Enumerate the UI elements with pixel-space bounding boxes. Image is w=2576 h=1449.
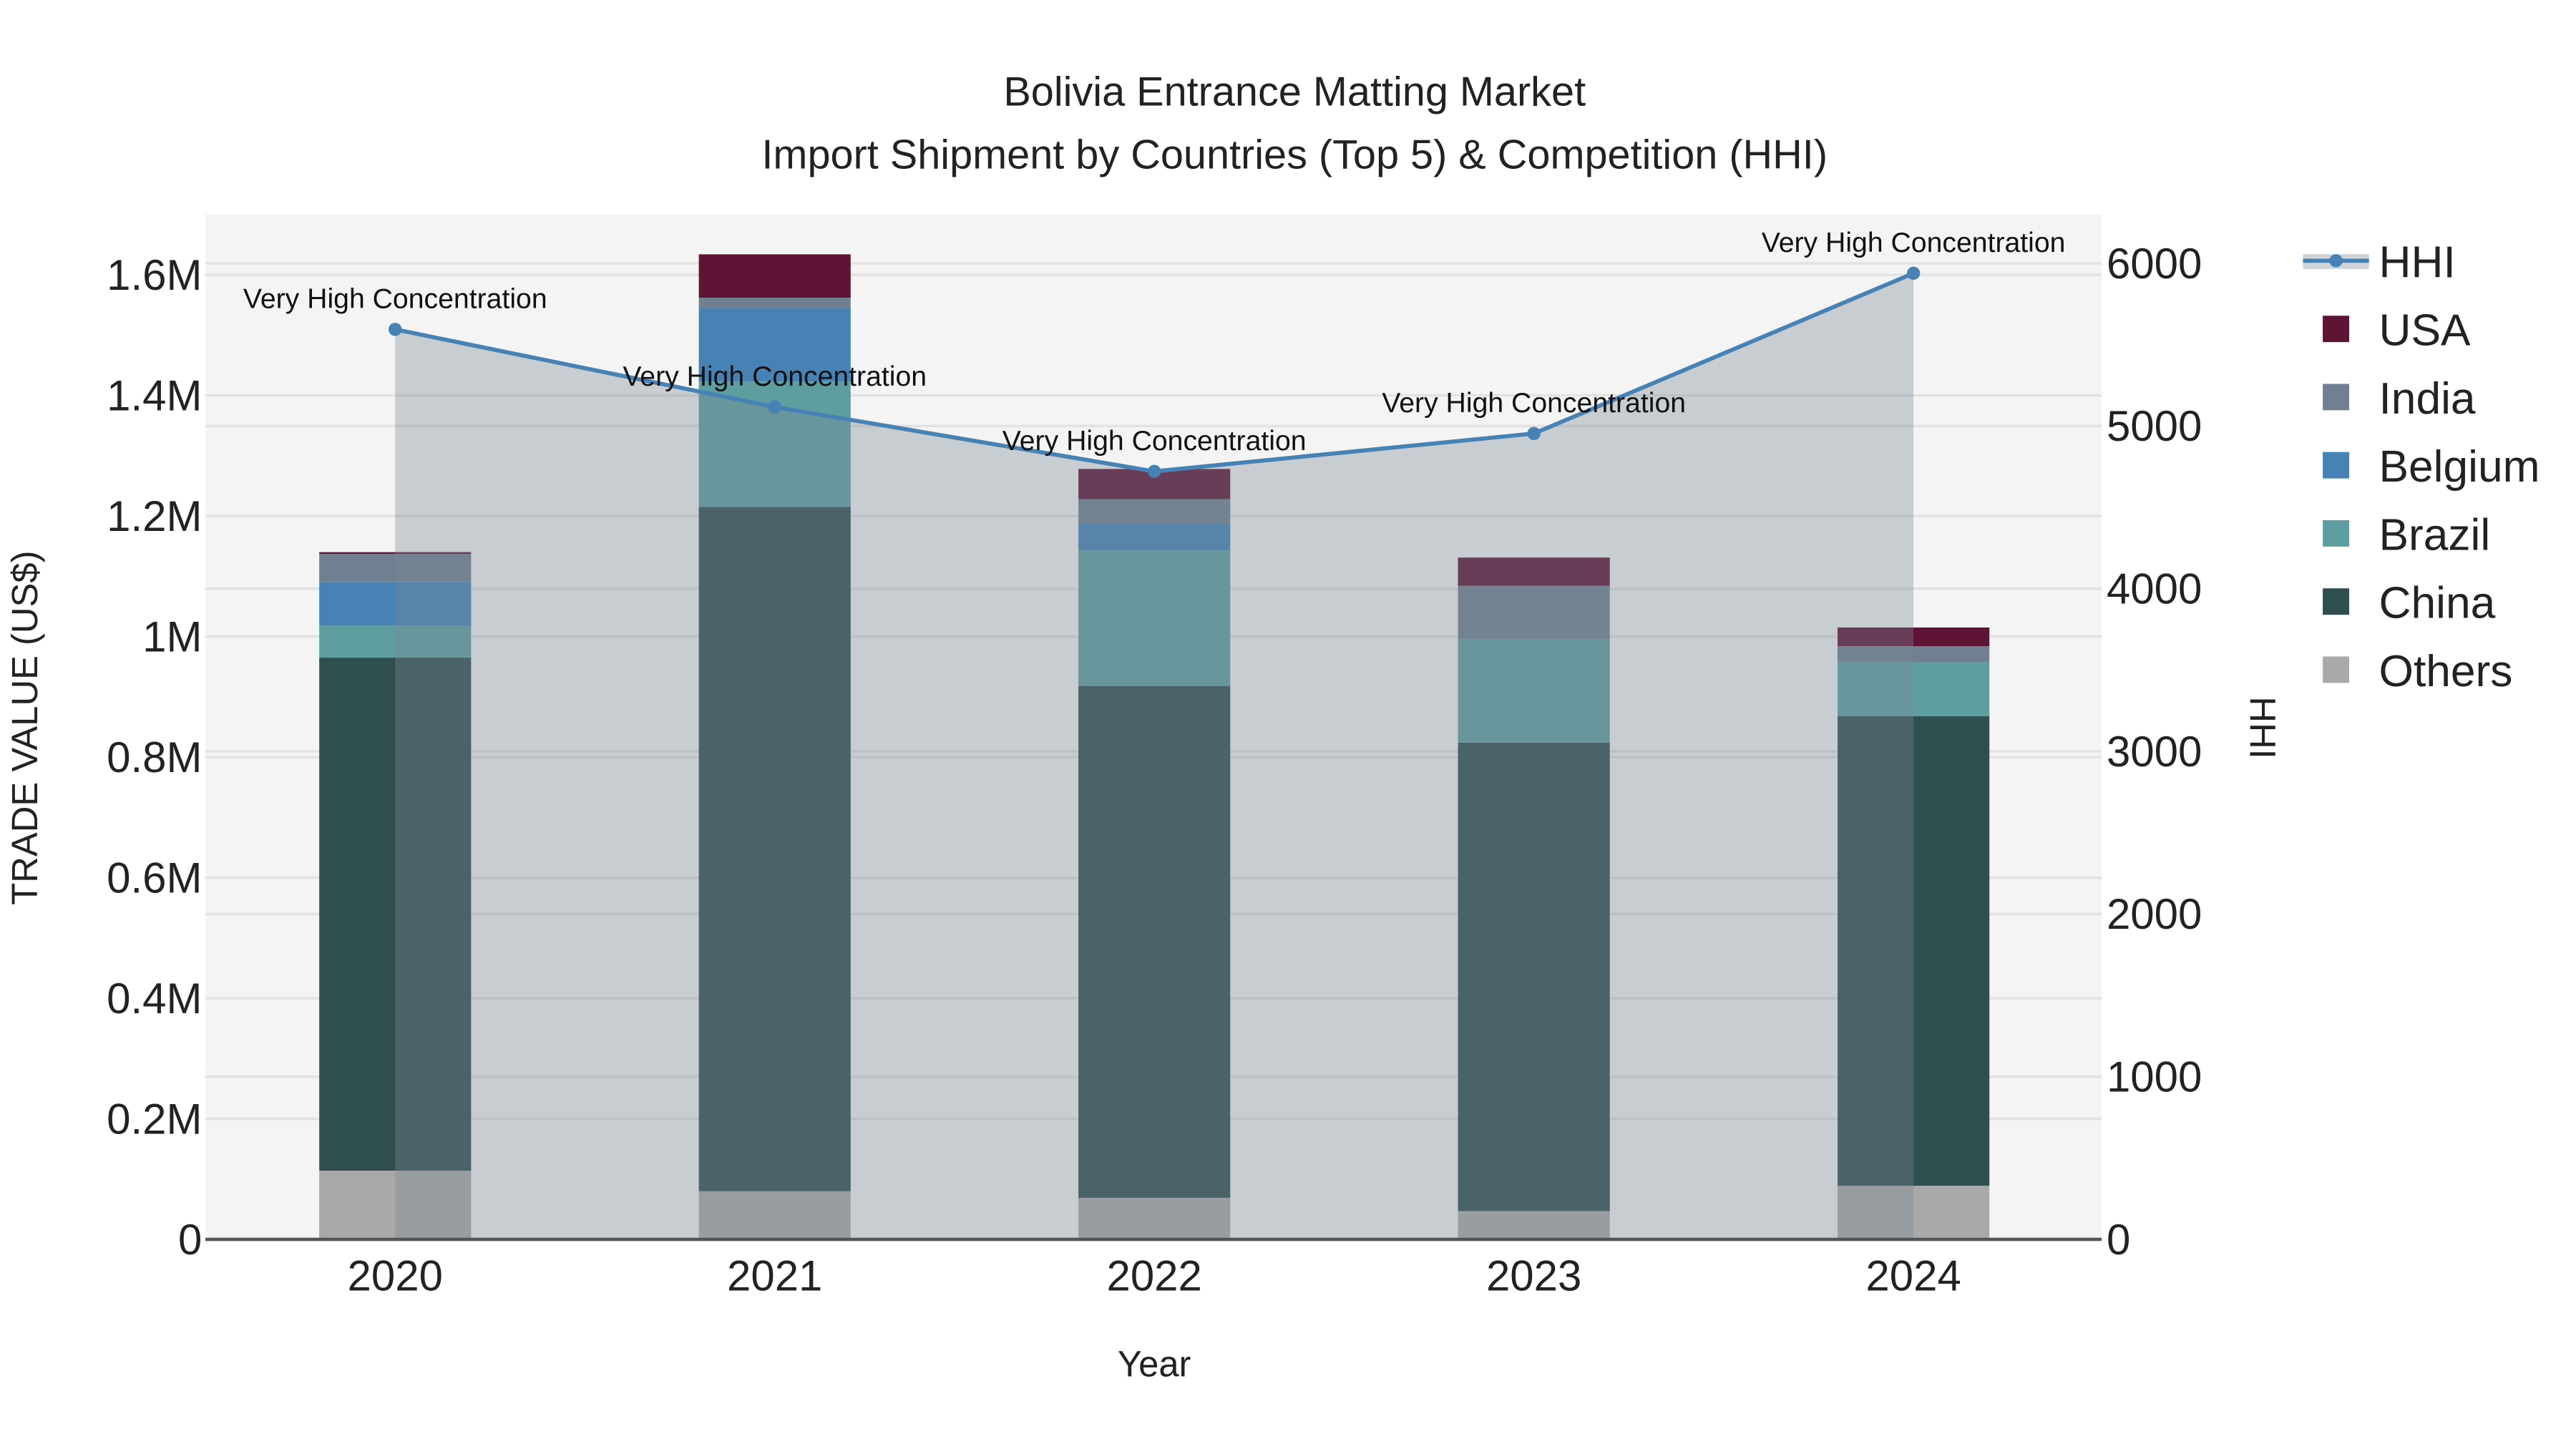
legend-label: Belgium xyxy=(2379,442,2540,492)
y2-tick-label: 5000 xyxy=(2107,402,2202,450)
y-tick-label: 0.8M xyxy=(107,733,202,781)
bar-india-2021 xyxy=(698,298,851,308)
y2-tick-label: 0 xyxy=(2107,1216,2130,1264)
x-tick-label: 2024 xyxy=(1865,1252,1961,1300)
legend-label: China xyxy=(2379,579,2496,628)
bar-usa-2021 xyxy=(698,254,851,298)
y2-tick-label: 4000 xyxy=(2107,565,2202,613)
legend-label: USA xyxy=(2379,306,2471,356)
y-tick-label: 1.4M xyxy=(107,371,202,419)
chart: Bolivia Entrance Matting Market Import S… xyxy=(1,0,2575,1449)
legend-label: Others xyxy=(2379,647,2513,696)
y-tick-label: 0 xyxy=(178,1216,202,1264)
legend-swatch xyxy=(2323,316,2350,343)
hhi-annotation-2024: Very High Concentration xyxy=(1762,228,2066,258)
y-axis-ticks: 0 0.2M 0.4M 0.6M 0.8M 1M 1.2M 1.4M 1.6M xyxy=(107,251,202,1264)
y-tick-label: 0.6M xyxy=(107,854,202,902)
x-tick-label: 2020 xyxy=(348,1252,443,1300)
x-tick-label: 2022 xyxy=(1106,1252,1201,1300)
hhi-point-2022 xyxy=(1147,464,1161,479)
legend-swatch xyxy=(2323,588,2350,615)
chart-title: Bolivia Entrance Matting Market xyxy=(1003,69,1586,115)
legend-swatch xyxy=(2323,384,2350,411)
legend-swatch xyxy=(2323,519,2350,547)
chart-subtitle: Import Shipment by Countries (Top 5) & C… xyxy=(761,132,1828,177)
y2-tick-label: 3000 xyxy=(2107,728,2202,776)
legend-label: Brazil xyxy=(2379,510,2491,560)
y-tick-label: 1.2M xyxy=(107,492,202,540)
legend-label: India xyxy=(2379,374,2476,424)
hhi-annotation-2023: Very High Concentration xyxy=(1382,388,1686,419)
y-axis-label: TRADE VALUE (US$) xyxy=(4,550,45,904)
x-tick-label: 2021 xyxy=(727,1252,822,1300)
legend-swatch xyxy=(2323,656,2350,683)
legend-swatch-marker xyxy=(2329,254,2343,268)
hhi-point-2020 xyxy=(389,323,402,336)
legend-swatch xyxy=(2323,452,2350,479)
y-tick-label: 0.4M xyxy=(107,975,202,1023)
y2-tick-label: 2000 xyxy=(2107,890,2202,938)
y-tick-label: 1.6M xyxy=(107,251,202,299)
x-tick-label: 2023 xyxy=(1486,1252,1581,1300)
y-tick-label: 1M xyxy=(142,613,202,660)
hhi-point-2021 xyxy=(768,400,781,414)
x-axis-label: Year xyxy=(1118,1344,1191,1385)
y-tick-label: 0.2M xyxy=(107,1095,202,1143)
hhi-point-2024 xyxy=(1906,266,1921,280)
hhi-annotation-2020: Very High Concentration xyxy=(243,283,547,314)
hhi-annotation-2021: Very High Concentration xyxy=(623,361,927,392)
hhi-annotation-2022: Very High Concentration xyxy=(1002,426,1307,457)
y2-axis-label: HHI xyxy=(2243,696,2283,758)
y2-tick-label: 1000 xyxy=(2107,1053,2202,1101)
y2-tick-label: 6000 xyxy=(2107,240,2202,288)
legend-label: HHI xyxy=(2379,238,2456,287)
hhi-point-2023 xyxy=(1527,426,1541,441)
